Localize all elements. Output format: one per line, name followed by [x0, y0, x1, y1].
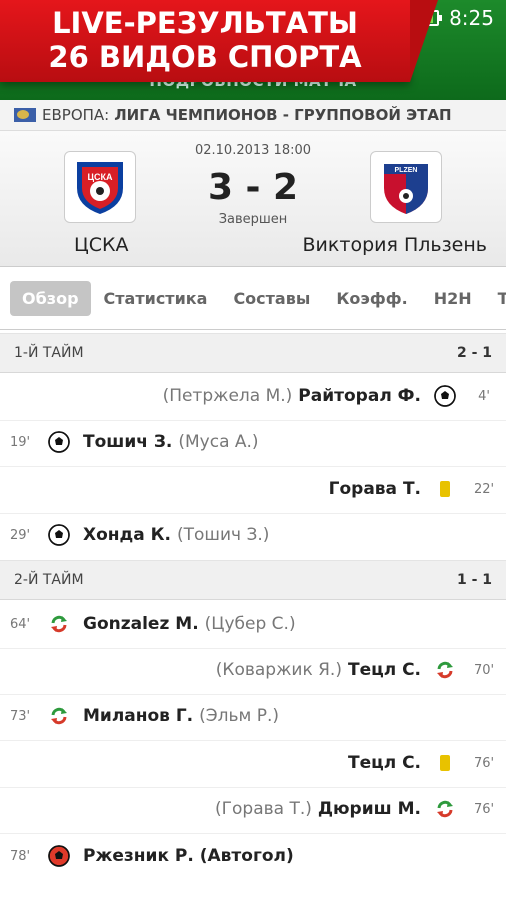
event-player: Тецл С.: [347, 660, 421, 680]
event-minute: 73': [9, 708, 31, 724]
event-row[interactable]: (Горава Т.) Дюриш М. 76': [0, 793, 506, 825]
home-team-name[interactable]: ЦСКА: [74, 234, 129, 256]
event-minute: 70': [473, 662, 495, 678]
europe-flag-icon: [14, 108, 36, 122]
event-player: Тецл С.: [347, 753, 421, 773]
row-divider: [0, 740, 506, 741]
event-row[interactable]: (Коваржик Я.) Тецл С. 70': [0, 654, 506, 686]
event-row[interactable]: 73' Миланов Г. (Эльм Р.): [0, 700, 506, 732]
svg-text:PLZEN: PLZEN: [395, 167, 418, 174]
event-row[interactable]: 78' Ржезник Р. (Автогол): [0, 840, 506, 872]
league-region: ЕВРОПА:: [42, 106, 110, 124]
tab-overview[interactable]: Обзор: [10, 280, 91, 316]
event-assist: (Коваржик Я.): [215, 660, 342, 680]
substitution-icon: [432, 799, 458, 819]
event-row[interactable]: 64' Gonzalez M. (Цубер С.): [0, 608, 506, 640]
row-divider: [0, 420, 506, 421]
viktoria-plzen-crest-icon: PLZEN: [384, 164, 428, 214]
goal-ball-icon: [46, 524, 72, 546]
tab-bar: Обзор Статистика Составы Коэфф. H2H Т: [0, 267, 506, 330]
row-divider: [0, 787, 506, 788]
period-header-second-half: 2-Й ТАЙМ 1 - 1: [0, 560, 506, 600]
row-divider: [0, 466, 506, 467]
event-minute: 76': [473, 755, 495, 771]
score-panel: ЦСКА ЦСКА 02.10.2013 18:00 3 - 2 Заверше…: [0, 131, 506, 267]
event-assist: (Тошич З.): [177, 525, 270, 545]
event-row[interactable]: (Петржела М.) Райторал Ф. 4': [0, 380, 506, 412]
league-bar[interactable]: ЕВРОПА: ЛИГА ЧЕМПИОНОВ - ГРУППОВОЙ ЭТАП: [0, 100, 506, 131]
event-assist: (Цубер С.): [204, 614, 296, 634]
tab-lineups[interactable]: Составы: [220, 289, 323, 308]
event-minute: 19': [9, 434, 31, 450]
event-assist: (Муса А.): [178, 432, 259, 452]
period-header-first-half: 1-Й ТАЙМ 2 - 1: [0, 333, 506, 373]
event-player: Дюриш М.: [317, 799, 421, 819]
event-player: Хонда К.: [83, 525, 172, 545]
period-score: 2 - 1: [456, 345, 492, 361]
tab-odds[interactable]: Коэфф.: [323, 289, 420, 308]
event-minute: 76': [473, 801, 495, 817]
substitution-icon: [46, 706, 72, 726]
substitution-icon: [432, 660, 458, 680]
row-divider: [0, 648, 506, 649]
event-assist: (Горава Т.): [215, 799, 312, 819]
period-score: 1 - 1: [456, 572, 492, 588]
promo-line-1: LIVE-РЕЗУЛЬТАТЫ: [52, 6, 358, 40]
row-divider: [0, 833, 506, 834]
event-player: Gonzalez M.: [83, 614, 199, 634]
event-player: Ржезник Р. (Автогол): [83, 846, 294, 866]
event-assist: (Петржела М.): [162, 386, 293, 406]
substitution-icon: [46, 614, 72, 634]
event-row[interactable]: 19' Тошич З. (Муса А.): [0, 426, 506, 458]
event-minute: 64': [9, 616, 31, 632]
event-player: Райторал Ф.: [298, 386, 421, 406]
tab-more[interactable]: Т: [485, 289, 506, 308]
yellow-card-icon: [432, 481, 458, 497]
yellow-card-icon: [432, 755, 458, 771]
event-minute: 78': [9, 848, 31, 864]
status-time: 8:25: [449, 6, 494, 30]
period-label: 1-Й ТАЙМ: [14, 345, 84, 361]
event-row[interactable]: Горава Т. 22': [0, 473, 506, 505]
event-minute: 29': [9, 527, 31, 543]
promo-banner[interactable]: LIVE-РЕЗУЛЬТАТЫ 26 ВИДОВ СПОРТА: [0, 0, 438, 82]
event-player: Горава Т.: [328, 479, 421, 499]
goal-ball-icon: [46, 431, 72, 453]
event-minute: 22': [473, 481, 495, 497]
away-team-name[interactable]: Виктория Пльзень: [303, 234, 487, 256]
league-name: ЛИГА ЧЕМПИОНОВ - ГРУППОВОЙ ЭТАП: [114, 106, 452, 124]
event-player: Миланов Г.: [83, 706, 194, 726]
event-assist: (Эльм Р.): [199, 706, 280, 726]
promo-line-2: 26 ВИДОВ СПОРТА: [48, 40, 362, 74]
tab-statistics[interactable]: Статистика: [91, 289, 221, 308]
row-divider: [0, 694, 506, 695]
event-player: Тошич З.: [83, 432, 173, 452]
event-row[interactable]: 29' Хонда К. (Тошич З.): [0, 519, 506, 551]
tab-h2h[interactable]: H2H: [421, 289, 485, 308]
own-goal-icon: [46, 845, 72, 867]
row-divider: [0, 513, 506, 514]
away-team-logo[interactable]: PLZEN: [370, 151, 442, 223]
goal-ball-icon: [432, 385, 458, 407]
event-minute: 4': [478, 388, 490, 404]
period-label: 2-Й ТАЙМ: [14, 572, 84, 588]
event-row[interactable]: Тецл С. 76': [0, 747, 506, 779]
